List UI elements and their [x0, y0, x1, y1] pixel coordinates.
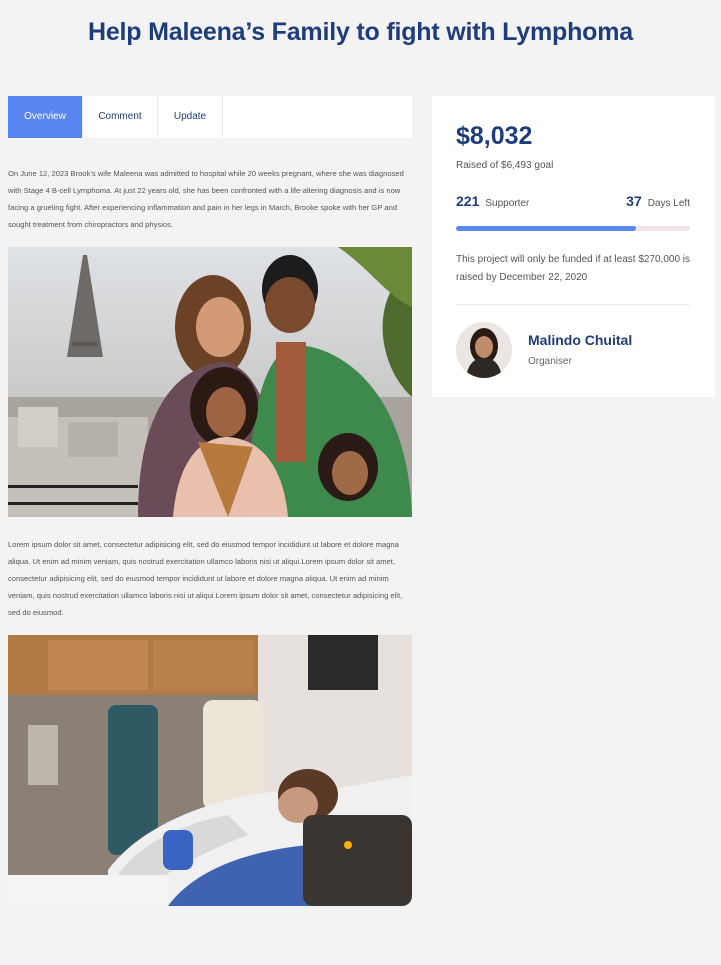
tab-overview[interactable]: Overview — [8, 96, 83, 138]
supporters-count: 221 — [456, 193, 480, 209]
tab-bar: Overview Comment Update — [8, 96, 412, 138]
hospital-photo — [8, 635, 412, 906]
donation-card: $8,032 Raised of $6,493 goal 221 Supporte… — [432, 96, 715, 397]
goal-text: Raised of $6,493 goal — [456, 160, 554, 171]
lorem-paragraph: Lorem ipsum dolor sit amet, consectetur … — [8, 540, 403, 617]
funding-progress-fill — [456, 226, 637, 231]
tab-update[interactable]: Update — [158, 96, 223, 138]
supporters-stat: 221 Supporter — [456, 193, 529, 209]
supporters-label: Supporter — [485, 198, 530, 209]
organiser-avatar — [456, 322, 512, 378]
days-left-stat: 37 Days Left — [626, 193, 690, 209]
page-title: Help Maleena’s Family to fight with Lymp… — [88, 18, 633, 46]
funding-note: This project will only be funded if at l… — [456, 254, 691, 283]
organiser-role: Organiser — [528, 356, 572, 367]
divider — [456, 304, 690, 305]
story-paragraph: On June 12, 2023 Brook’s wife Maleena wa… — [8, 169, 404, 229]
days-label: Days Left — [647, 198, 690, 209]
family-photo — [8, 247, 412, 517]
funding-progress-bar — [456, 226, 690, 231]
raised-amount: $8,032 — [456, 122, 533, 150]
days-count: 37 — [626, 193, 642, 209]
tab-comment[interactable]: Comment — [83, 96, 158, 138]
organiser-name[interactable]: Malindo Chuital — [528, 332, 632, 348]
